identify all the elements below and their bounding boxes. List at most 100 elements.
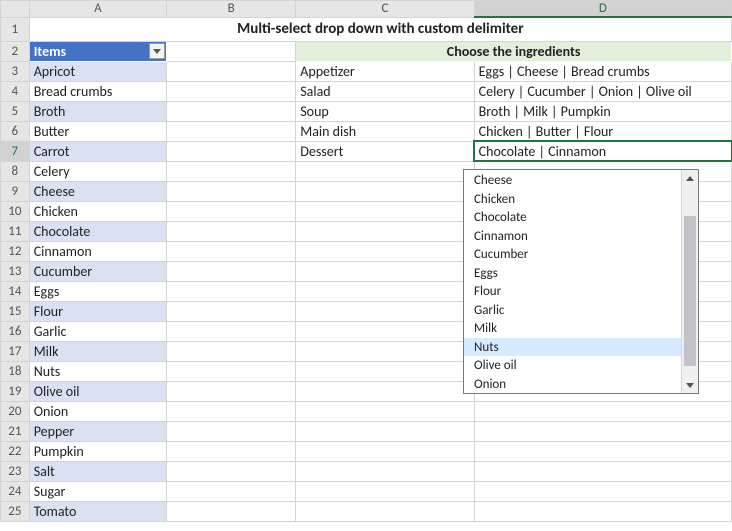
cell[interactable] bbox=[474, 461, 731, 481]
row-header[interactable]: 20 bbox=[1, 401, 30, 421]
cell[interactable] bbox=[167, 441, 296, 461]
dish-name-cell[interactable]: Appetizer bbox=[296, 61, 474, 81]
cell[interactable] bbox=[167, 301, 296, 321]
cell[interactable] bbox=[167, 421, 296, 441]
row-header[interactable]: 13 bbox=[1, 261, 30, 281]
cell[interactable] bbox=[296, 261, 474, 281]
ingredients-cell[interactable]: Broth | Milk | Pumpkin bbox=[474, 101, 731, 121]
row-header[interactable]: 2 bbox=[1, 41, 30, 61]
row-header[interactable]: 5 bbox=[1, 101, 30, 121]
row-header[interactable]: 16 bbox=[1, 321, 30, 341]
cell[interactable] bbox=[296, 361, 474, 381]
cell[interactable] bbox=[167, 41, 296, 61]
cell[interactable] bbox=[167, 141, 296, 161]
items-header-cell[interactable]: Items bbox=[29, 41, 166, 61]
filter-dropdown-button[interactable] bbox=[149, 43, 165, 59]
col-header-B[interactable]: B bbox=[167, 1, 296, 18]
row-header[interactable]: 18 bbox=[1, 361, 30, 381]
row-header[interactable]: 22 bbox=[1, 441, 30, 461]
item-cell[interactable]: Garlic bbox=[29, 321, 166, 341]
cell[interactable] bbox=[167, 341, 296, 361]
scroll-down-icon[interactable] bbox=[682, 376, 698, 393]
dropdown-option[interactable]: Eggs bbox=[464, 264, 681, 283]
item-cell[interactable]: Bread crumbs bbox=[29, 81, 166, 101]
item-cell[interactable]: Butter bbox=[29, 121, 166, 141]
item-cell[interactable]: Tomato bbox=[29, 501, 166, 521]
dropdown-option-highlighted[interactable]: Nuts bbox=[464, 338, 681, 357]
item-cell[interactable]: Onion bbox=[29, 401, 166, 421]
cell[interactable] bbox=[167, 281, 296, 301]
cell[interactable] bbox=[167, 241, 296, 261]
dropdown-option[interactable]: Cinnamon bbox=[464, 227, 681, 246]
dish-name-cell[interactable]: Main dish bbox=[296, 121, 474, 141]
cell[interactable] bbox=[474, 421, 731, 441]
cell[interactable] bbox=[296, 401, 474, 421]
cell[interactable] bbox=[167, 101, 296, 121]
item-cell[interactable]: Celery bbox=[29, 161, 166, 181]
dropdown-option[interactable]: Flour bbox=[464, 282, 681, 301]
cell[interactable] bbox=[167, 61, 296, 81]
item-cell[interactable]: Flour bbox=[29, 301, 166, 321]
cell[interactable] bbox=[296, 281, 474, 301]
row-header[interactable]: 9 bbox=[1, 181, 30, 201]
dish-name-cell[interactable]: Salad bbox=[296, 81, 474, 101]
cell[interactable] bbox=[167, 81, 296, 101]
item-cell[interactable]: Chicken bbox=[29, 201, 166, 221]
cell[interactable] bbox=[296, 501, 474, 521]
select-all-corner[interactable] bbox=[1, 1, 30, 18]
row-header[interactable]: 17 bbox=[1, 341, 30, 361]
cell[interactable] bbox=[474, 501, 731, 521]
item-cell[interactable]: Apricot bbox=[29, 61, 166, 81]
item-cell[interactable]: Pepper bbox=[29, 421, 166, 441]
col-header-C[interactable]: C bbox=[296, 1, 474, 18]
cell[interactable] bbox=[167, 221, 296, 241]
dropdown-option[interactable]: Garlic bbox=[464, 301, 681, 320]
dropdown-option[interactable]: Chocolate bbox=[464, 208, 681, 227]
row-header[interactable]: 4 bbox=[1, 81, 30, 101]
cell[interactable] bbox=[167, 461, 296, 481]
cell[interactable] bbox=[474, 401, 731, 421]
scroll-thumb[interactable] bbox=[684, 216, 696, 366]
cell[interactable] bbox=[167, 481, 296, 501]
ingredients-cell[interactable]: Chicken | Butter | Flour bbox=[474, 121, 731, 141]
cell[interactable] bbox=[296, 381, 474, 401]
row-header[interactable]: 21 bbox=[1, 421, 30, 441]
item-cell[interactable]: Milk bbox=[29, 341, 166, 361]
dropdown-option[interactable]: Cucumber bbox=[464, 245, 681, 264]
row-header[interactable]: 23 bbox=[1, 461, 30, 481]
row-header[interactable]: 14 bbox=[1, 281, 30, 301]
cell[interactable] bbox=[167, 181, 296, 201]
cell[interactable] bbox=[296, 341, 474, 361]
row-header[interactable]: 24 bbox=[1, 481, 30, 501]
cell[interactable] bbox=[167, 161, 296, 181]
cell[interactable] bbox=[167, 321, 296, 341]
row-header[interactable]: 8 bbox=[1, 161, 30, 181]
item-cell[interactable]: Sugar bbox=[29, 481, 166, 501]
item-cell[interactable]: Cucumber bbox=[29, 261, 166, 281]
item-cell[interactable]: Olive oil bbox=[29, 381, 166, 401]
item-cell[interactable]: Salt bbox=[29, 461, 166, 481]
ingredients-cell[interactable]: Eggs | Cheese | Bread crumbs bbox=[474, 61, 731, 81]
cell[interactable] bbox=[296, 481, 474, 501]
col-header-A[interactable]: A bbox=[29, 1, 166, 18]
item-cell[interactable]: Cinnamon bbox=[29, 241, 166, 261]
cell[interactable] bbox=[296, 201, 474, 221]
item-cell[interactable]: Pumpkin bbox=[29, 441, 166, 461]
cell-dropdown-button[interactable] bbox=[731, 142, 732, 161]
cell[interactable] bbox=[296, 161, 474, 181]
dish-name-cell[interactable]: Soup bbox=[296, 101, 474, 121]
cell[interactable] bbox=[296, 181, 474, 201]
row-header[interactable]: 10 bbox=[1, 201, 30, 221]
item-cell[interactable]: Eggs bbox=[29, 281, 166, 301]
cell[interactable] bbox=[474, 441, 731, 461]
cell[interactable] bbox=[167, 401, 296, 421]
item-cell[interactable]: Cheese bbox=[29, 181, 166, 201]
dropdown-option[interactable]: Cheese bbox=[464, 171, 681, 190]
cell[interactable] bbox=[296, 301, 474, 321]
dropdown-option[interactable]: Milk bbox=[464, 319, 681, 338]
dropdown-option[interactable]: Chicken bbox=[464, 190, 681, 209]
row-header[interactable]: 25 bbox=[1, 501, 30, 521]
cell[interactable] bbox=[167, 121, 296, 141]
cell[interactable] bbox=[474, 481, 731, 501]
active-ingredients-cell[interactable]: Chocolate | Cinnamon bbox=[474, 141, 731, 161]
